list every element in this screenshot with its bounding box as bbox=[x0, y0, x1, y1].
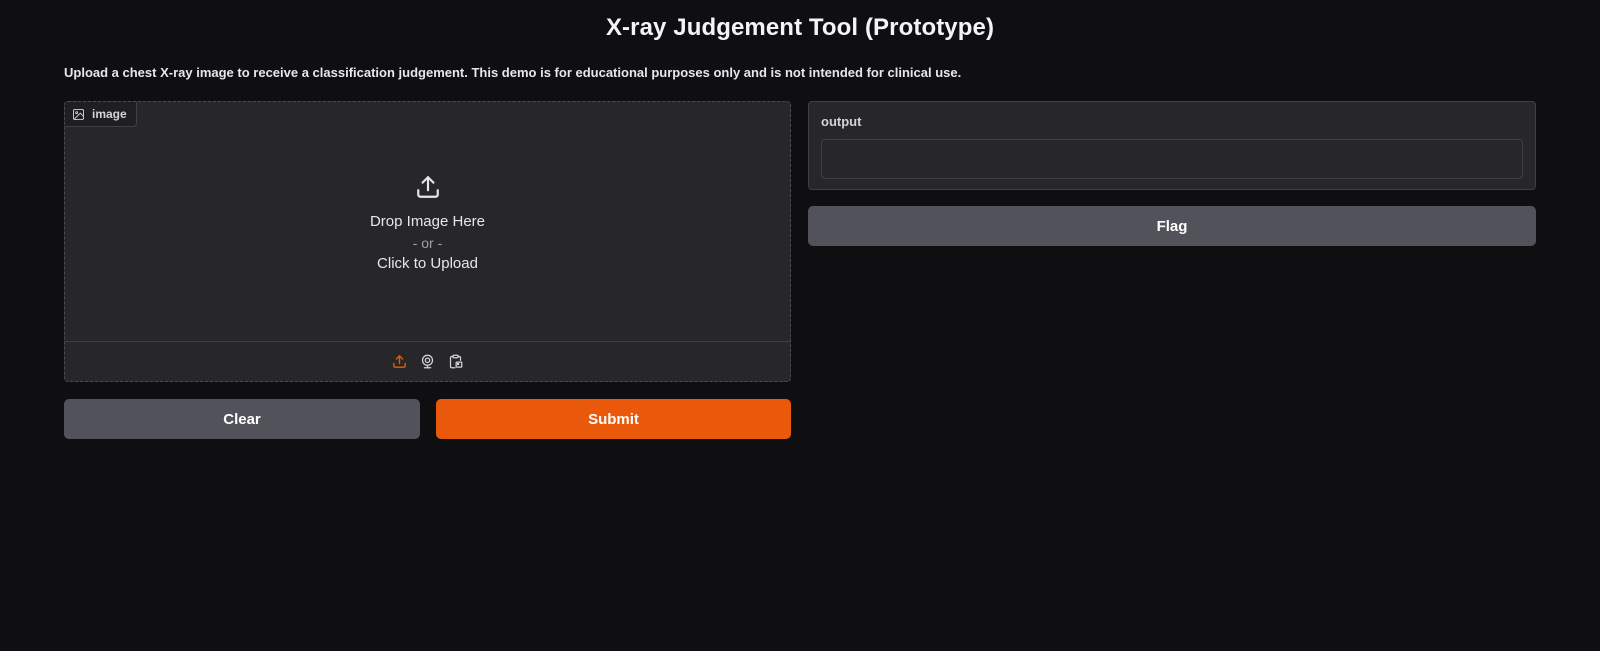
image-input-panel: image Drop Image Here - or - Click to Up… bbox=[64, 101, 791, 382]
page-description: Upload a chest X-ray image to receive a … bbox=[64, 65, 962, 80]
clipboard-icon bbox=[449, 354, 463, 369]
page-title: X-ray Judgement Tool (Prototype) bbox=[605, 14, 995, 41]
clear-button[interactable]: Clear bbox=[64, 399, 420, 439]
submit-button[interactable]: Submit bbox=[436, 399, 791, 439]
upload-icon bbox=[393, 355, 406, 368]
upload-source-button[interactable] bbox=[390, 352, 410, 372]
click-to-upload-text: Click to Upload bbox=[377, 255, 478, 272]
clipboard-source-button[interactable] bbox=[446, 352, 466, 372]
or-text: - or - bbox=[412, 235, 443, 251]
drop-image-text: Drop Image Here bbox=[369, 213, 486, 230]
webcam-icon bbox=[421, 354, 434, 369]
output-textbox[interactable] bbox=[821, 139, 1523, 179]
image-drop-zone[interactable]: Drop Image Here - or - Click to Upload bbox=[65, 102, 790, 344]
output-panel: output bbox=[808, 101, 1536, 190]
webcam-source-button[interactable] bbox=[418, 352, 438, 372]
flag-button[interactable]: Flag bbox=[808, 206, 1536, 246]
output-label: output bbox=[821, 114, 862, 129]
upload-icon bbox=[415, 174, 441, 205]
image-source-bar bbox=[65, 341, 790, 381]
app-page: X-ray Judgement Tool (Prototype) Upload … bbox=[0, 0, 1600, 651]
